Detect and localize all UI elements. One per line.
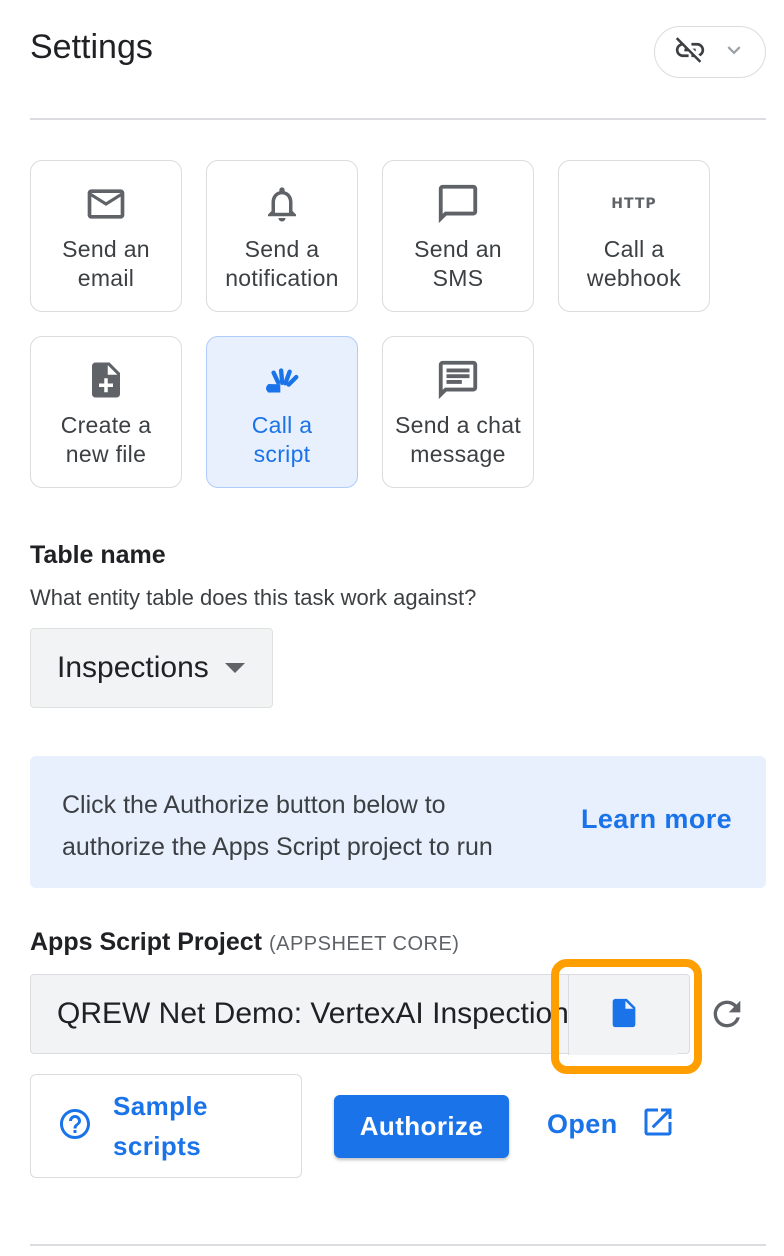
footer-divider (30, 1244, 766, 1246)
task-label: Create a new file (60, 412, 152, 467)
table-name-heading: Table name (30, 541, 166, 569)
task-label: Send an SMS (414, 236, 502, 291)
table-name-description: What entity table does this task work ag… (30, 585, 477, 610)
highlight-box (551, 959, 702, 1074)
open-link[interactable]: Open (547, 1104, 676, 1145)
task-create-file[interactable]: Create a new file (30, 336, 182, 488)
link-off-icon (673, 33, 707, 72)
project-value: QREW Net Demo: VertexAI Inspections (57, 997, 569, 1030)
header-divider (30, 118, 766, 120)
email-icon (84, 183, 128, 225)
task-label: Send a chat message (394, 412, 522, 467)
task-send-chat[interactable]: Send a chat message (382, 336, 534, 488)
authorize-button[interactable]: Authorize (334, 1095, 509, 1158)
task-send-sms[interactable]: Send an SMS (382, 160, 534, 312)
task-label: Call a webhook (586, 236, 682, 291)
task-send-email[interactable]: Send an email (30, 160, 182, 312)
open-in-new-icon (640, 1104, 676, 1145)
help-circle-icon (57, 1106, 93, 1147)
task-call-webhook[interactable]: HTTP Call a webhook (558, 160, 710, 312)
note-add-icon (85, 359, 127, 401)
task-call-script[interactable]: Call a script (206, 336, 358, 488)
authorize-banner: Click the Authorize button below to autho… (30, 756, 766, 888)
chat-icon (435, 359, 481, 401)
page-title: Settings (30, 28, 153, 66)
sample-scripts-button[interactable]: Sample scripts (30, 1074, 302, 1178)
refresh-button[interactable] (706, 995, 748, 1037)
dropdown-caret-icon (224, 663, 245, 673)
authorize-label: Authorize (359, 1111, 484, 1141)
learn-more-link[interactable]: Learn more (581, 804, 732, 835)
task-send-notification[interactable]: Send a notification (206, 160, 358, 312)
open-label: Open (547, 1109, 618, 1139)
chevron-down-icon (721, 37, 747, 68)
apps-script-icon (262, 359, 302, 401)
table-select-value: Inspections (57, 651, 209, 684)
sample-scripts-label: Sample scripts (113, 1091, 208, 1161)
refresh-icon (707, 994, 747, 1039)
http-icon: HTTP (611, 196, 657, 212)
banner-message: Click the Authorize button below to autho… (62, 791, 493, 861)
project-heading: Apps Script Project (APPSHEET CORE) (30, 928, 460, 956)
task-label: Send an email (62, 236, 150, 291)
table-select[interactable]: Inspections (30, 628, 273, 708)
link-toggle-button[interactable] (654, 26, 766, 78)
sms-icon (435, 183, 481, 225)
task-label: Send a notification (225, 236, 339, 291)
bell-icon (261, 183, 303, 225)
project-subheading: (APPSHEET CORE) (268, 933, 460, 955)
task-label: Call a script (251, 412, 313, 467)
